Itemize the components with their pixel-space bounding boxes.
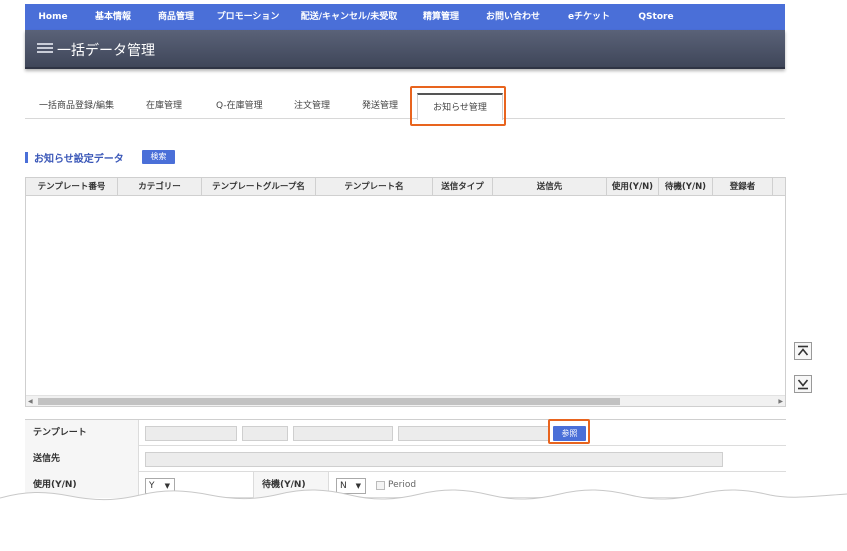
nav-settlement[interactable]: 精算管理 [409, 4, 473, 30]
scroll-top-button[interactable] [794, 342, 812, 360]
nav-home[interactable]: Home [25, 4, 81, 30]
send-to-label: 送信先 [25, 446, 139, 472]
horizontal-scrollbar[interactable]: ◀ ▶ [26, 395, 785, 406]
scrollbar-thumb[interactable] [38, 398, 620, 405]
scroll-left-icon[interactable]: ◀ [28, 396, 33, 407]
reference-button[interactable]: 参照 [553, 426, 586, 441]
page-header: 一括データ管理 [25, 30, 785, 69]
tab-bar: 一括商品登録/編集 在庫管理 Q-在庫管理 注文管理 発送管理 お知らせ管理 [25, 93, 785, 120]
tab-orders[interactable]: 注文管理 [294, 93, 330, 119]
notice-grid: テンプレート番号 カテゴリー テンプレートグループ名 テンプレート名 送信タイプ… [25, 177, 786, 407]
form-row-send-to: 送信先 [25, 446, 786, 472]
scroll-bottom-icon [797, 379, 809, 390]
col-template-no[interactable]: テンプレート番号 [26, 178, 118, 196]
nav-shipping[interactable]: 配送/キャンセル/未受取 [289, 4, 409, 30]
top-nav: Home 基本情報 商品管理 プロモーション 配送/キャンセル/未受取 精算管理… [25, 4, 785, 30]
tab-shipping[interactable]: 発送管理 [362, 93, 398, 119]
col-send-to[interactable]: 送信先 [493, 178, 607, 196]
nav-inquiry[interactable]: お問い合わせ [473, 4, 553, 30]
tab-notice[interactable]: お知らせ管理 [417, 93, 503, 120]
grid-header: テンプレート番号 カテゴリー テンプレートグループ名 テンプレート名 送信タイプ… [26, 178, 785, 196]
tab-q-stock[interactable]: Q-在庫管理 [216, 93, 263, 119]
template-field-1[interactable] [145, 426, 237, 441]
search-button[interactable]: 検索 [142, 150, 175, 164]
template-label: テンプレート [25, 420, 139, 446]
send-to-field[interactable] [145, 452, 723, 467]
template-field-4[interactable] [398, 426, 550, 441]
scroll-bottom-button[interactable] [794, 375, 812, 393]
page-title: 一括データ管理 [57, 43, 155, 59]
col-use[interactable]: 使用(Y/N) [607, 178, 659, 196]
nav-basic-info[interactable]: 基本情報 [81, 4, 145, 30]
nav-promotion[interactable]: プロモーション [207, 4, 289, 30]
scroll-top-icon [797, 345, 809, 356]
nav-qstore[interactable]: QStore [625, 4, 687, 30]
col-registrant[interactable]: 登録者 [713, 178, 773, 196]
section-marker [25, 152, 28, 163]
col-wait[interactable]: 待機(Y/N) [659, 178, 713, 196]
template-field-2[interactable] [242, 426, 288, 441]
torn-edge [0, 489, 847, 551]
nav-eticket[interactable]: eチケット [553, 4, 625, 30]
tab-bulk-product[interactable]: 一括商品登録/編集 [39, 93, 114, 119]
col-send-type[interactable]: 送信タイプ [433, 178, 493, 196]
col-category[interactable]: カテゴリー [118, 178, 202, 196]
tab-stock[interactable]: 在庫管理 [146, 93, 182, 119]
form-row-template: テンプレート 参照 [25, 420, 786, 446]
scroll-right-icon[interactable]: ▶ [778, 396, 783, 407]
col-template-group[interactable]: テンプレートグループ名 [202, 178, 316, 196]
col-template-name[interactable]: テンプレート名 [316, 178, 433, 196]
nav-product-management[interactable]: 商品管理 [145, 4, 207, 30]
template-field-3[interactable] [293, 426, 393, 441]
section-title: お知らせ設定データ [34, 154, 124, 165]
hamburger-icon [37, 43, 53, 56]
